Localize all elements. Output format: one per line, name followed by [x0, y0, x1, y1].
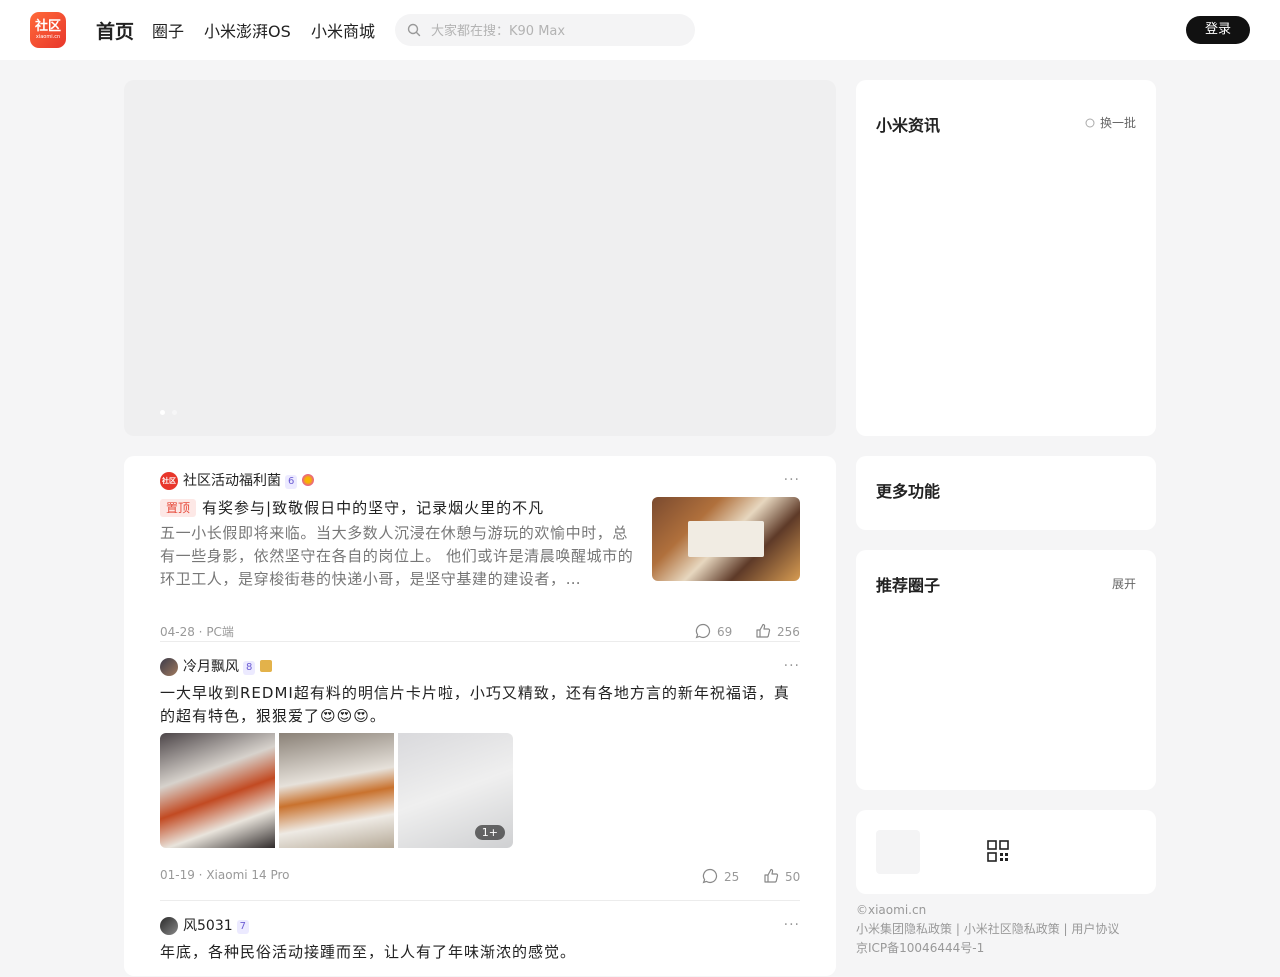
comment-count-value: 69 — [717, 625, 733, 639]
nav-hyperos[interactable]: 小米澎湃OS — [204, 18, 291, 42]
refresh-label: 换一批 — [1099, 116, 1136, 130]
post-image-card — [688, 521, 764, 557]
search-icon — [407, 23, 421, 37]
search-box[interactable] — [395, 14, 695, 48]
more-icon[interactable]: ··· — [784, 472, 800, 488]
post-card[interactable]: 风5031 7 ··· 年底，各种民俗活动接踵而至，让人有了年味渐浓的感觉。 — [160, 917, 800, 977]
nav-home[interactable]: 首页 — [96, 17, 134, 44]
avatar[interactable] — [160, 917, 178, 935]
avatar[interactable] — [160, 658, 178, 676]
like-count[interactable]: 50 — [763, 868, 800, 884]
comment-icon — [702, 868, 718, 884]
footer-link-user-agreement[interactable]: 用户协议 — [1071, 922, 1119, 936]
recommended-circles-panel: 推荐圈子 展开 — [856, 550, 1156, 790]
medal-icon — [302, 474, 315, 486]
post-image[interactable] — [160, 733, 275, 848]
refresh-button[interactable]: 换一批 — [1085, 114, 1136, 131]
like-count-value: 256 — [777, 625, 800, 639]
post-title[interactable]: 一大早收到REDMI超有料的明信片卡片啦，小巧又精致，还有各地方言的新年祝福语，… — [160, 682, 802, 728]
community-logo[interactable]: 社区 xiaomi.cn — [30, 12, 66, 48]
footer-copyright: ©xiaomi.cn — [856, 903, 927, 917]
like-icon — [756, 623, 771, 638]
comment-icon — [695, 623, 711, 639]
pinned-tag: 置顶 — [160, 499, 197, 517]
logo-subtext: xiaomi.cn — [35, 34, 61, 40]
nav-circles[interactable]: 圈子 — [152, 18, 184, 42]
footer-link-community-privacy[interactable]: 小米社区隐私政策 — [964, 922, 1060, 936]
post-title[interactable]: 年底，各种民俗活动接踵而至，让人有了年味渐浓的感觉。 — [160, 941, 802, 964]
level-badge: 8 — [243, 661, 256, 675]
logo-text: 社区 — [34, 19, 61, 34]
banner-carousel[interactable] — [124, 80, 836, 436]
author-name[interactable]: 社区活动福利菌 — [183, 473, 281, 489]
post-meta: 04-28 · PC端 — [160, 625, 234, 639]
author-name[interactable]: 风5031 — [183, 918, 233, 934]
more-icon[interactable]: ··· — [784, 917, 800, 933]
circles-title: 推荐圈子 — [876, 576, 941, 595]
post-title[interactable]: 置顶 有奖参与|致敬假日中的坚守，记录烟火里的不凡 — [160, 497, 640, 520]
medal-icon — [260, 660, 273, 672]
post-card[interactable]: 冷月飘风 8 ··· 一大早收到REDMI超有料的明信片卡片啦，小巧又精致，还有各… — [160, 658, 800, 888]
post-image[interactable] — [652, 497, 800, 581]
nav-mall[interactable]: 小米商城 — [311, 18, 375, 42]
post-divider — [160, 641, 800, 642]
news-panel: 小米资讯 换一批 — [856, 80, 1156, 436]
level-badge: 7 — [236, 920, 250, 934]
post-card[interactable]: 社区 社区活动福利菌 6 ··· 置顶 有奖参与|致敬假日中的坚守，记录烟火里的不凡… — [160, 472, 800, 642]
post-title-text: 有奖参与|致敬假日中的坚守，记录烟火里的不凡 — [202, 499, 545, 517]
post-meta: 01-19 · Xiaomi 14 Pro — [160, 868, 290, 882]
search-input[interactable] — [429, 14, 683, 48]
like-icon — [764, 868, 779, 883]
post-excerpt[interactable]: 五一小长假即将来临。当大多数人沉浸在休憩与游玩的欢愉中时，总有一些身影，依然坚守… — [160, 522, 638, 591]
post-image[interactable]: 1+ — [398, 733, 513, 848]
post-divider — [160, 900, 800, 901]
more-icon[interactable]: ··· — [784, 658, 800, 674]
more-features-title: 更多功能 — [876, 482, 941, 501]
level-badge: 6 — [285, 475, 298, 489]
top-header: 社区 xiaomi.cn 首页 圈子 小米澎湃OS 小米商城 登录 — [0, 0, 1280, 60]
login-button[interactable]: 登录 — [1186, 16, 1250, 44]
more-images-badge: 1+ — [474, 825, 505, 840]
comment-count[interactable]: 25 — [702, 868, 739, 884]
refresh-icon — [1085, 118, 1095, 128]
footer-link-group-privacy[interactable]: 小米集团隐私政策 — [856, 922, 952, 936]
more-features-panel: 更多功能 — [856, 456, 1156, 530]
post-image[interactable] — [279, 733, 394, 848]
circles-expand-button[interactable]: 展开 — [1112, 575, 1136, 592]
footer-links: 小米集团隐私政策 | 小米社区隐私政策 | 用户协议 — [856, 922, 1120, 936]
avatar-text: 社区 — [162, 477, 176, 485]
comment-count-value: 25 — [724, 870, 740, 884]
author-name[interactable]: 冷月飘风 — [183, 659, 239, 675]
app-download-panel — [856, 810, 1156, 894]
carousel-dot[interactable] — [172, 410, 177, 415]
carousel-dot-active[interactable] — [160, 410, 165, 415]
footer-icp[interactable]: 京ICP备10046444号-1 — [856, 939, 984, 958]
app-image — [876, 830, 920, 874]
like-count[interactable]: 256 — [755, 623, 800, 639]
post-feed: 社区 社区活动福利菌 6 ··· 置顶 有奖参与|致敬假日中的坚守，记录烟火里的不凡… — [124, 456, 836, 976]
comment-count[interactable]: 69 — [695, 623, 732, 639]
qrcode-icon[interactable] — [987, 840, 1009, 862]
like-count-value: 50 — [785, 870, 801, 884]
news-title: 小米资讯 — [876, 116, 941, 135]
avatar[interactable]: 社区 — [160, 472, 178, 490]
